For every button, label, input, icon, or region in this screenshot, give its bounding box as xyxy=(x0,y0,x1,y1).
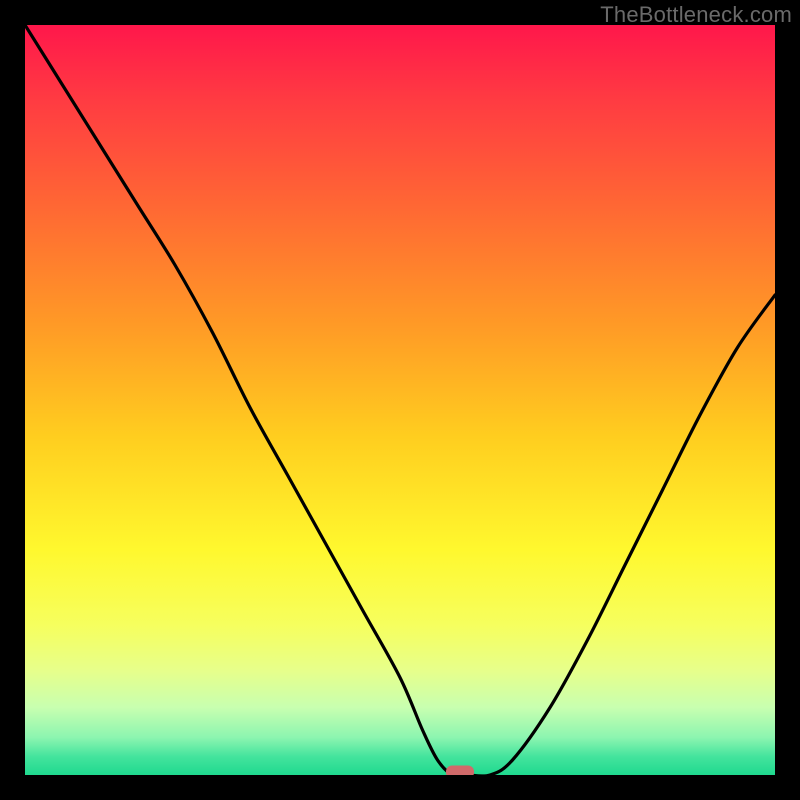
optimum-marker xyxy=(446,766,474,776)
watermark-text: TheBottleneck.com xyxy=(600,2,792,28)
plot-svg xyxy=(25,25,775,775)
gradient-background xyxy=(25,25,775,775)
plot-area xyxy=(25,25,775,775)
chart-container: TheBottleneck.com xyxy=(0,0,800,800)
